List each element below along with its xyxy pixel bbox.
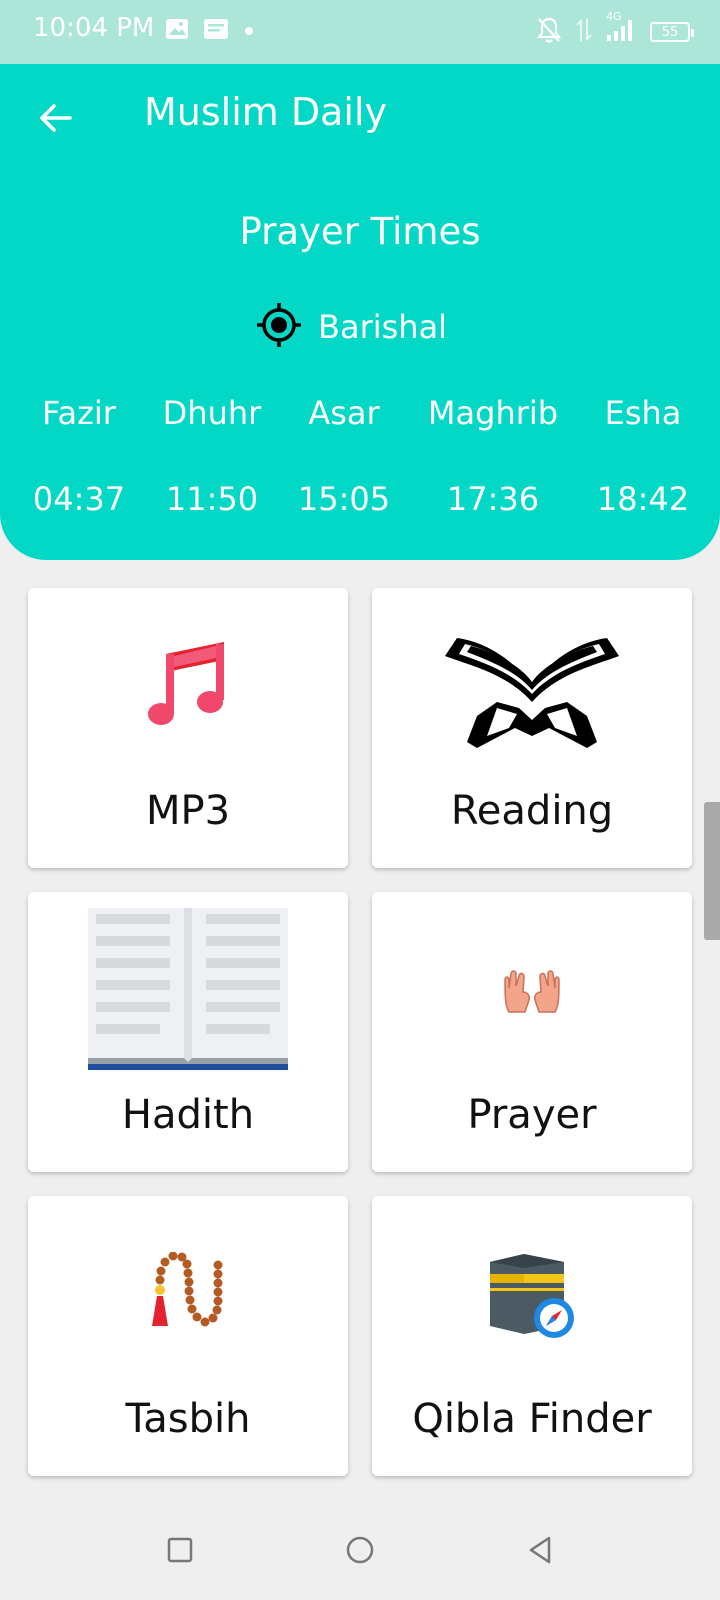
prayer-name: Dhuhr <box>162 394 262 432</box>
back-button[interactable] <box>30 94 82 146</box>
status-time: 10:04 PM <box>33 13 155 43</box>
status-notification-icons <box>165 18 255 44</box>
recents-button[interactable] <box>160 1532 200 1572</box>
home-button[interactable] <box>340 1532 380 1572</box>
back-triangle-icon <box>525 1534 555 1570</box>
mp3-card[interactable]: MP3 <box>28 588 348 868</box>
recents-square-icon <box>166 1536 194 1568</box>
prayer-time: 04:37 <box>32 480 126 518</box>
section-title: Prayer Times <box>239 210 481 253</box>
signal-icon: 4G <box>606 10 636 46</box>
quran-stand-icon <box>372 624 692 754</box>
music-note-icon <box>28 640 348 726</box>
scrollbar[interactable] <box>704 802 720 940</box>
prayer-card[interactable]: Prayer <box>372 892 692 1172</box>
battery-icon: 55 <box>650 22 694 42</box>
prayer-times-header: Muslim Daily Prayer Times Barishal Fazir… <box>0 64 720 560</box>
prayer-time: 17:36 <box>446 480 540 518</box>
card-label: Reading <box>450 788 614 834</box>
prayer-time: 15:05 <box>297 480 391 518</box>
battery-level: 55 <box>661 24 679 40</box>
reading-card[interactable]: Reading <box>372 588 692 868</box>
message-icon <box>203 18 229 44</box>
home-circle-icon <box>344 1534 376 1570</box>
location-target-icon <box>256 302 302 352</box>
prayer-name: Fazir <box>42 394 116 432</box>
qibla-finder-card[interactable]: Qibla Finder <box>372 1196 692 1476</box>
prayer-beads-icon <box>28 1252 348 1332</box>
nav-back-button[interactable] <box>520 1532 560 1572</box>
app-title: Muslim Daily <box>144 90 388 134</box>
image-icon <box>165 18 189 44</box>
navigation-bar <box>0 1502 720 1600</box>
status-bar: 10:04 PM 4G 55 <box>0 0 720 64</box>
card-label: Hadith <box>121 1092 255 1138</box>
arrow-left-icon <box>38 100 74 140</box>
kaaba-compass-icon <box>372 1254 692 1340</box>
prayer-name: Asar <box>308 394 380 432</box>
prayer-name: Maghrib <box>427 394 559 432</box>
card-label: MP3 <box>145 788 231 834</box>
status-system-icons: 4G 55 <box>536 10 694 48</box>
praying-hands-icon <box>372 970 692 1014</box>
bell-off-icon <box>536 16 562 48</box>
dot-icon <box>243 22 255 41</box>
tasbih-card[interactable]: Tasbih <box>28 1196 348 1476</box>
prayer-time: 11:50 <box>165 480 259 518</box>
open-book-icon <box>28 908 348 1070</box>
network-type-label: 4G <box>606 10 622 23</box>
data-arrows-icon <box>576 17 592 47</box>
card-label: Tasbih <box>125 1396 251 1442</box>
card-label: Qibla Finder <box>412 1396 652 1442</box>
prayer-time: 18:42 <box>596 480 690 518</box>
hadith-card[interactable]: Hadith <box>28 892 348 1172</box>
location-selector[interactable]: Barishal <box>256 302 447 352</box>
card-label: Prayer <box>467 1092 597 1138</box>
location-label: Barishal <box>318 308 448 346</box>
prayer-name: Esha <box>604 394 682 432</box>
